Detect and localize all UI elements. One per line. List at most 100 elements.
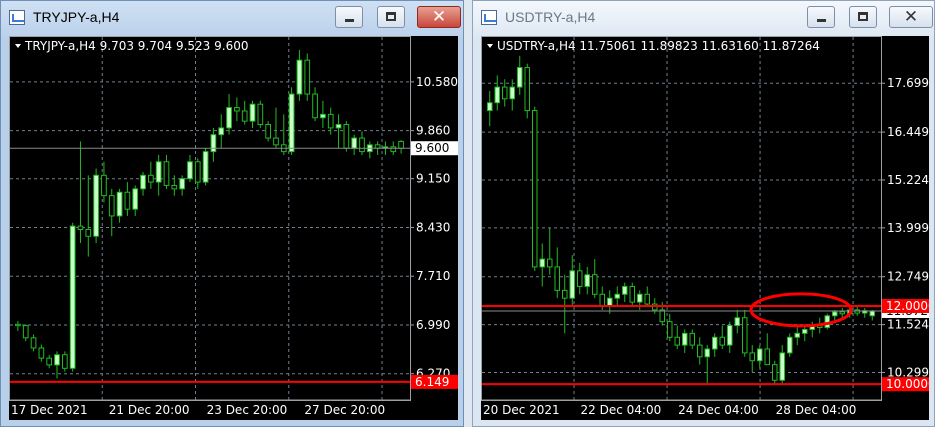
level-label: 6.149 bbox=[415, 375, 449, 389]
candle-body bbox=[241, 110, 248, 122]
candle-body bbox=[824, 315, 830, 329]
candle-body bbox=[757, 348, 763, 362]
candle-body bbox=[30, 337, 37, 349]
x-tick-label: 22 Dec 04:00 bbox=[581, 403, 662, 417]
candle-body bbox=[374, 144, 381, 149]
candle-body bbox=[265, 124, 271, 139]
candle-body bbox=[749, 352, 755, 362]
minimize-icon bbox=[345, 19, 354, 22]
candle-body bbox=[509, 86, 515, 100]
maximize-icon bbox=[386, 12, 396, 21]
candle-body bbox=[794, 332, 800, 338]
candle-body bbox=[398, 140, 404, 149]
chart-window-tryjpy[interactable]: TRYJPY-a,H4 ✕ 10.580 9.860 9.150 8.430 7.710… bbox=[0, 0, 464, 427]
candle-body bbox=[719, 336, 725, 346]
candle-body bbox=[539, 258, 545, 268]
chart-window-usdtry[interactable]: USDTRY-a,H4 ✕ 17.69920 16.44920 15.22420 13… bbox=[472, 0, 935, 427]
candle-body bbox=[734, 317, 740, 327]
candle-body bbox=[288, 93, 295, 153]
candle-body bbox=[93, 174, 99, 237]
candle-body bbox=[140, 174, 146, 190]
candle-body bbox=[622, 285, 628, 295]
x-tick-label: 23 Dec 20:00 bbox=[207, 403, 288, 417]
candle-body bbox=[607, 297, 613, 307]
candle-body bbox=[320, 113, 326, 119]
header-dropdown-icon bbox=[15, 44, 21, 48]
chart-plot-area[interactable]: 10.580 9.860 9.150 8.430 7.710 6.990 6.270 9.60… bbox=[9, 36, 458, 420]
candle-body bbox=[637, 293, 643, 303]
highlight-ellipse bbox=[749, 292, 853, 328]
close-icon: ✕ bbox=[431, 7, 447, 27]
chart-plot-area[interactable]: 17.69920 16.44920 15.22420 13.99920 12.74920… bbox=[481, 36, 935, 420]
candle-body bbox=[832, 311, 838, 317]
y-tick-label: 7.710 bbox=[416, 269, 450, 283]
candle-body bbox=[772, 364, 778, 381]
candlestick-chart[interactable]: 10.5809.8609.1508.4307.7106.9906.2709.60… bbox=[9, 36, 458, 420]
y-tick-label: 13.99920 bbox=[887, 221, 929, 235]
candle-body bbox=[697, 344, 703, 358]
candle-body bbox=[249, 103, 256, 122]
candle-body bbox=[644, 293, 650, 305]
symbol-header: TRYJPY-a,H4 9.703 9.704 9.523 9.600 bbox=[24, 39, 248, 53]
candle-body bbox=[101, 174, 107, 197]
candle-body bbox=[343, 124, 350, 149]
title-bar[interactable]: TRYJPY-a,H4 ✕ bbox=[1, 1, 463, 35]
maximize-button[interactable] bbox=[377, 6, 405, 28]
candle-body bbox=[614, 293, 620, 299]
candle-body bbox=[764, 348, 770, 366]
chart-window-icon bbox=[481, 10, 497, 25]
candle-body bbox=[179, 178, 185, 190]
candle-body bbox=[257, 103, 264, 126]
y-tick-label: 15.22420 bbox=[887, 173, 929, 187]
candle-body bbox=[359, 137, 365, 153]
candle-body bbox=[54, 354, 60, 366]
header-dropdown-icon bbox=[487, 44, 493, 48]
y-tick-label: 10.580 bbox=[416, 75, 458, 89]
title-bar[interactable]: USDTRY-a,H4 ✕ bbox=[473, 1, 934, 35]
chart-window-icon bbox=[9, 10, 25, 25]
candle-body bbox=[689, 332, 695, 346]
candle-body bbox=[779, 352, 785, 381]
y-tick-label: 9.150 bbox=[416, 172, 450, 186]
candle-body bbox=[85, 228, 92, 237]
x-tick-label: 28 Dec 04:00 bbox=[776, 403, 857, 417]
window-title: TRYJPY-a,H4 bbox=[33, 9, 120, 25]
candle-body bbox=[226, 107, 232, 129]
maximize-button[interactable] bbox=[849, 6, 877, 28]
candle-body bbox=[273, 137, 279, 146]
candle-body bbox=[742, 317, 748, 354]
candle-body bbox=[124, 191, 131, 210]
candle-body bbox=[682, 332, 688, 346]
candle-body bbox=[494, 86, 500, 104]
candle-body bbox=[155, 161, 162, 183]
candle-body bbox=[69, 225, 76, 369]
candle-body bbox=[202, 151, 209, 183]
candle-body bbox=[584, 274, 590, 287]
minimize-button[interactable] bbox=[807, 6, 835, 28]
y-tick-label: 6.990 bbox=[416, 318, 450, 332]
candle-body bbox=[592, 274, 598, 295]
candle-body bbox=[327, 113, 334, 129]
candle-body bbox=[108, 195, 115, 217]
candle-body bbox=[77, 225, 84, 230]
candle-body bbox=[554, 266, 560, 291]
window-title: USDTRY-a,H4 bbox=[505, 9, 596, 25]
minimize-button[interactable] bbox=[335, 6, 363, 28]
x-tick-label: 17 Dec 2021 bbox=[11, 403, 88, 417]
candle-body bbox=[532, 110, 538, 268]
y-tick-label: 11.52420 bbox=[887, 318, 929, 332]
close-button[interactable]: ✕ bbox=[417, 6, 461, 28]
close-button[interactable]: ✕ bbox=[889, 6, 933, 28]
y-tick-label: 12.74920 bbox=[887, 270, 929, 284]
candlestick-chart[interactable]: 17.69920 16.44920 15.22420 13.99920 12.74920… bbox=[481, 36, 935, 420]
candle-body bbox=[569, 270, 575, 299]
candle-body bbox=[704, 348, 710, 358]
candle-body bbox=[15, 323, 21, 327]
x-tick-label: 27 Dec 20:00 bbox=[304, 403, 385, 417]
plot-frame bbox=[481, 36, 882, 401]
candle-body bbox=[629, 285, 635, 303]
plot-frame bbox=[9, 36, 411, 401]
candle-body bbox=[38, 347, 45, 359]
candle-body bbox=[296, 59, 303, 95]
candle-body bbox=[577, 270, 583, 287]
